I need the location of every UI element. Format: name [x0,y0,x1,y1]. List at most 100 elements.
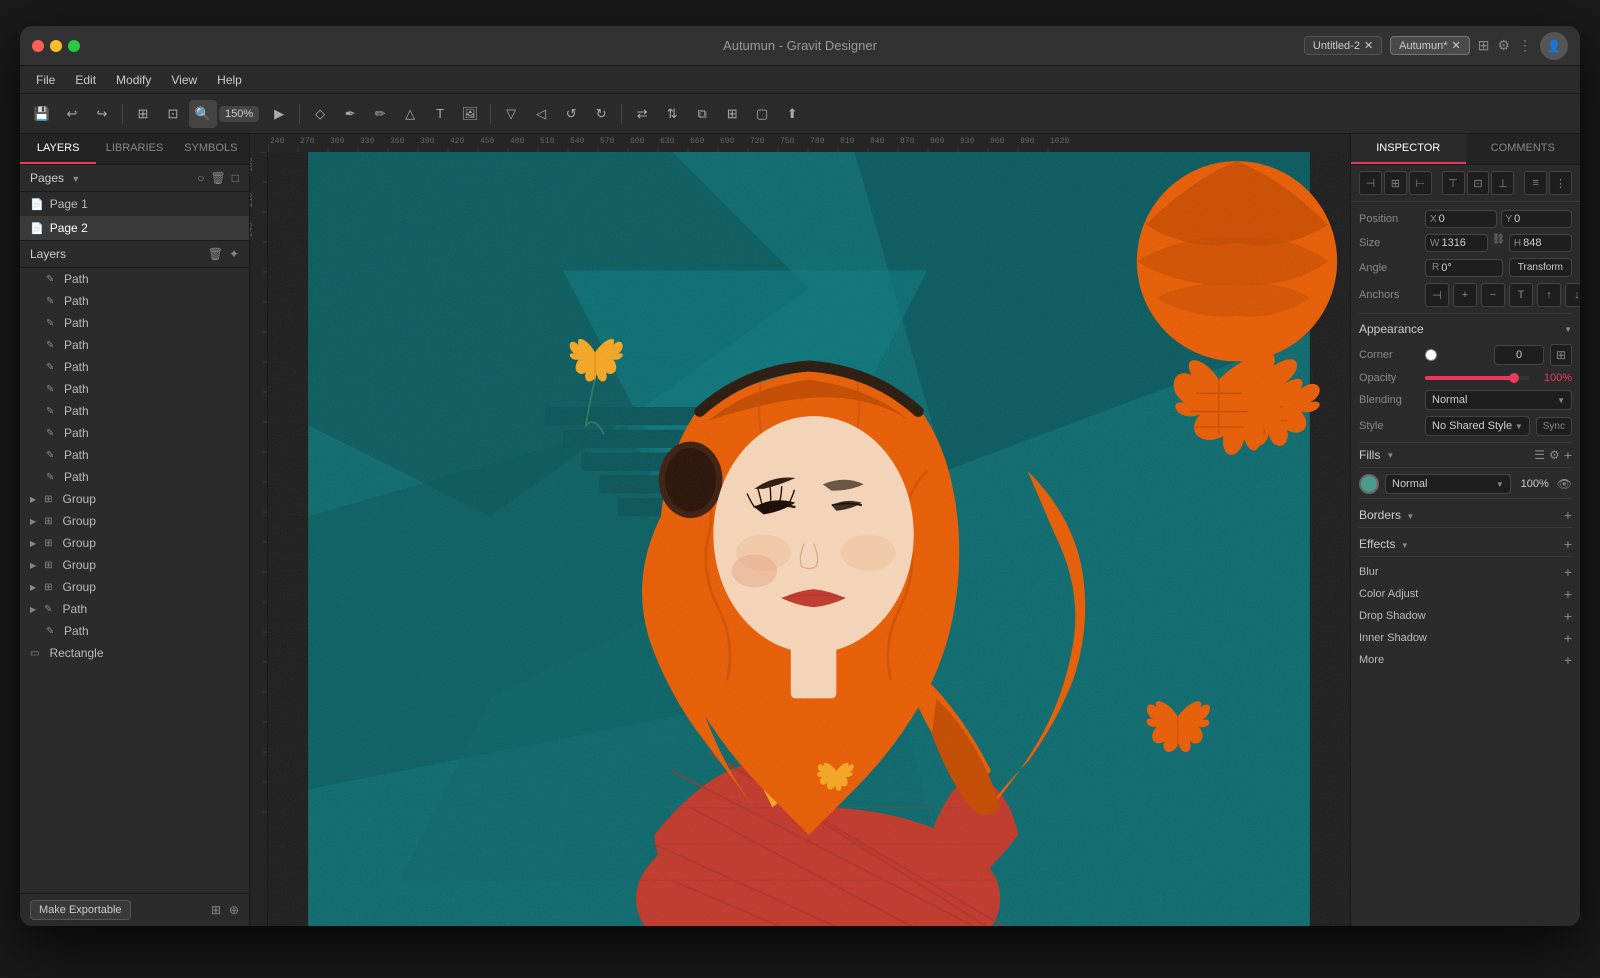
text-tool[interactable]: T [426,100,454,128]
fit-tool[interactable]: ⊞ [129,100,157,128]
export-icon[interactable]: ⊞ [211,903,221,917]
tab-comments[interactable]: COMMENTS [1466,134,1581,164]
pencil-tool[interactable]: ✏ [366,100,394,128]
redo-tool[interactable]: ↪ [88,100,116,128]
layer-path-5[interactable]: ✎ Path [20,356,249,378]
flip-h[interactable]: ⇄ [628,100,656,128]
layer-delete-icon[interactable]: 🗑 [208,247,223,261]
opacity-slider[interactable] [1425,376,1530,380]
page-add-icon[interactable]: □ [232,171,239,185]
layer-path-8[interactable]: ✎ Path [20,422,249,444]
corner-options-btn[interactable]: ⊞ [1550,344,1572,366]
effects-add-icon[interactable]: + [1564,536,1572,552]
fill-color-swatch[interactable] [1359,474,1379,494]
more-add-btn[interactable]: + [1564,652,1572,668]
image-tool[interactable]: 🖼 [456,100,484,128]
page-2-item[interactable]: 📄 Page 2 [20,216,249,240]
drop-shadow-add-btn[interactable]: + [1564,608,1572,624]
inner-shadow-add-btn[interactable]: + [1564,630,1572,646]
layer-path-2[interactable]: ✎ Path [20,290,249,312]
layer-path-3[interactable]: ✎ Path [20,312,249,334]
page-1-item[interactable]: 📄 Page 1 [20,192,249,216]
menu-view[interactable]: View [163,70,205,90]
align-center-h-btn[interactable]: ⊞ [1384,171,1407,195]
save-tool[interactable]: 💾 [28,100,56,128]
anchor-remove-btn[interactable]: − [1481,283,1505,307]
pen-tool[interactable]: ✒ [336,100,364,128]
align-top-btn[interactable]: ⊤ [1442,171,1465,195]
more-icon[interactable]: ⋮ [1518,37,1532,54]
page-view-icon[interactable]: ○ [197,171,204,185]
anchor-add-btn[interactable]: + [1453,283,1477,307]
align-distribute-v-btn[interactable]: ⋮ [1549,171,1572,195]
fills-settings-icon[interactable]: ⚙ [1549,448,1560,462]
fills-add-icon[interactable]: + [1564,447,1572,463]
align-bottom-btn[interactable]: ⊥ [1491,171,1514,195]
layer-path-11[interactable]: ✎ Path [20,620,249,642]
vector-tool[interactable]: ◇ [306,100,334,128]
anchor-left-btn[interactable]: ⊣ [1425,283,1449,307]
layer-group-3[interactable]: ▶ ⊞ Group [20,532,249,554]
untitled-tab[interactable]: Untitled-2 ✕ [1304,36,1382,55]
make-exportable-button[interactable]: Make Exportable [30,900,131,920]
zoom-fit-tool[interactable]: ⊡ [159,100,187,128]
menu-file[interactable]: File [28,70,63,90]
w-input-wrapper[interactable]: W 1316 [1425,234,1488,252]
align-left-btn[interactable]: ⊣ [1359,171,1382,195]
canvas-area[interactable]: 240 270 300 330 360 390 42 [250,134,1350,926]
maximize-button[interactable] [68,40,80,52]
rotate-ccw[interactable]: ↺ [557,100,585,128]
fills-list-icon[interactable]: ☰ [1534,448,1545,462]
autumun-tab[interactable]: Autumun* ✕ [1390,36,1470,55]
blending-dropdown[interactable]: Normal ▼ [1425,390,1572,410]
y-input-wrapper[interactable]: Y 0 [1501,210,1573,228]
blur-add-btn[interactable]: + [1564,564,1572,580]
corner-input[interactable]: 0 [1494,345,1544,365]
layer-path-4[interactable]: ✎ Path [20,334,249,356]
extensions-icon[interactable]: ⚙ [1497,37,1510,54]
layer-path-9[interactable]: ✎ Path [20,444,249,466]
layer-group-5[interactable]: ▶ ⊞ Group [20,576,249,598]
flip-v[interactable]: ⇅ [658,100,686,128]
zoom-in-tool[interactable]: 🔍 [189,100,217,128]
transform-button[interactable]: Transform [1509,258,1572,277]
zoom-level[interactable]: 150% [219,106,259,122]
arrange-tool[interactable]: ⧉ [688,100,716,128]
layer-path-10[interactable]: ✎ Path [20,466,249,488]
layer-add-icon[interactable]: ✦ [229,247,239,261]
appearance-header[interactable]: Appearance ▼ [1359,318,1572,340]
boolean-back[interactable]: ◁ [527,100,555,128]
select-tool[interactable]: ▶ [265,100,293,128]
fill-mode-dropdown[interactable]: Normal ▼ [1385,474,1511,494]
h-input-wrapper[interactable]: H 848 [1509,234,1572,252]
layer-path-6[interactable]: ✎ Path [20,378,249,400]
shape-tool[interactable]: △ [396,100,424,128]
tab-layers[interactable]: LAYERS [20,134,96,164]
align-distribute-h-btn[interactable]: ≡ [1524,171,1547,195]
layer-group-1[interactable]: ▶ ⊞ Group [20,488,249,510]
menu-help[interactable]: Help [209,70,250,90]
align-right-btn[interactable]: ⊢ [1409,171,1432,195]
mask-tool[interactable]: ▢ [748,100,776,128]
minimize-button[interactable] [50,40,62,52]
tab-symbols[interactable]: SYMBOLS [173,134,249,164]
angle-input[interactable]: R 0° [1425,259,1503,277]
layer-group-4[interactable]: ▶ ⊞ Group [20,554,249,576]
color-adjust-add-btn[interactable]: + [1564,586,1572,602]
tab-inspector[interactable]: INSPECTOR [1351,134,1466,164]
window-menu-icon[interactable]: ⊞ [1478,37,1490,54]
layer-path-7[interactable]: ✎ Path [20,400,249,422]
chain-link-icon[interactable]: ⛓ [1492,234,1505,252]
rotate-cw[interactable]: ↻ [587,100,615,128]
menu-edit[interactable]: Edit [67,70,104,90]
artwork-canvas[interactable] [268,152,1350,926]
layer-path-1[interactable]: ✎ Path [20,268,249,290]
close-button[interactable] [32,40,44,52]
sync-button[interactable]: Sync [1536,417,1572,436]
page-delete-icon[interactable]: 🗑 [211,171,226,185]
layer-rectangle-1[interactable]: ▭ Rectangle [20,642,249,664]
anchor-top-btn[interactable]: ↑ [1537,283,1561,307]
layer-path-expand-1[interactable]: ▶ ✎ Path [20,598,249,620]
layer-group-2[interactable]: ▶ ⊞ Group [20,510,249,532]
distribute-tool[interactable]: ⊞ [718,100,746,128]
